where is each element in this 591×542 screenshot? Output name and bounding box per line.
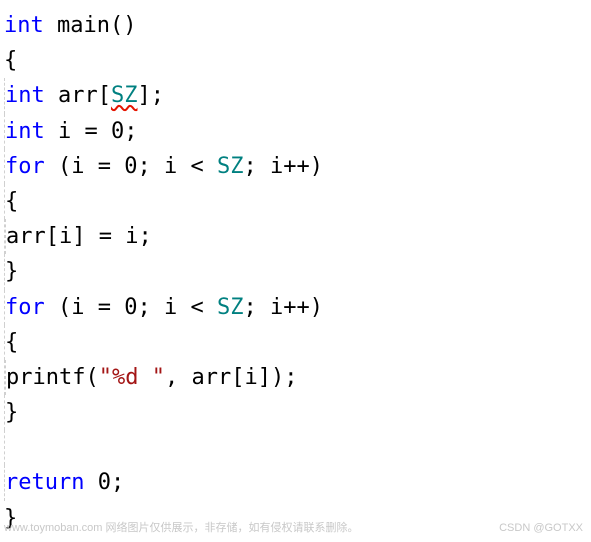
macro-sz: SZ [217,149,244,184]
keyword-int: int [5,78,45,113]
operator-lt: < [177,149,217,184]
identifier: i [58,114,71,149]
identifier: i [164,149,177,184]
operator-eq: = [85,290,125,325]
code-line-9: for (i = 0; i < SZ; i++) [4,290,587,325]
code-line-10: { [4,325,587,360]
number: 0 [124,290,137,325]
code-line-8: } [4,254,587,289]
close-paren: ]); [258,360,298,395]
code-line-7: arr[i] = i; [4,219,587,254]
keyword-return: return [5,465,84,500]
space [84,465,97,500]
code-line-11: printf("%d ", arr[i]); [4,360,587,395]
keyword-for: for [5,149,45,184]
code-line-13 [4,430,587,465]
semicolon: ; [139,219,152,254]
open-brace: { [5,325,18,360]
code-line-2: { [4,43,587,78]
keyword-int: int [4,8,44,43]
close-brace: } [5,395,18,430]
bracket-close: ] [72,219,85,254]
identifier: arr [191,360,231,395]
keyword-for: for [5,290,45,325]
separator: ; [138,149,165,184]
bracket: [ [98,78,111,113]
comma: , [165,360,192,395]
identifier: i [244,360,257,395]
operator-eq: = [71,114,111,149]
separator: ; [244,290,271,325]
macro-sz: SZ [217,290,244,325]
operator-inc: ++) [283,149,323,184]
open-brace: { [5,184,18,219]
function-printf: printf [6,360,85,395]
code-block: intmain() { intarr[SZ]; inti = 0; for (i… [4,8,587,536]
operator-eq: = [85,149,125,184]
identifier: arr [6,219,46,254]
code-line-3: intarr[SZ]; [4,78,587,113]
open-paren: ( [45,290,72,325]
keyword-int: int [5,114,45,149]
code-line-5: for (i = 0; i < SZ; i++) [4,149,587,184]
separator: ; [138,290,165,325]
string-literal: "%d " [99,360,165,395]
identifier: i [59,219,72,254]
operator-lt: < [177,290,217,325]
semicolon: ; [124,114,137,149]
number: 0 [124,149,137,184]
macro-sz-error: SZ [111,78,138,113]
number: 0 [111,114,124,149]
open-paren: ( [45,149,72,184]
identifier: i [164,290,177,325]
identifier: i [270,290,283,325]
code-line-6: { [4,184,587,219]
close-brace: } [5,254,18,289]
bracket: [ [231,360,244,395]
identifier: i [270,149,283,184]
open-brace: { [4,43,17,78]
code-line-12: } [4,395,587,430]
identifier: i [125,219,138,254]
watermark-left: www.toymoban.com 网络图片仅供展示，非存储，如有侵权请联系删除。 [4,520,358,538]
open-paren: ( [85,360,98,395]
bracket-close: ]; [137,78,164,113]
semicolon: ; [111,465,124,500]
parens: () [110,8,137,43]
separator: ; [244,149,271,184]
operator-eq: = [86,219,126,254]
bracket: [ [46,219,59,254]
identifier: i [71,290,84,325]
code-line-14: return 0; [4,465,587,500]
number: 0 [98,465,111,500]
code-line-4: inti = 0; [4,114,587,149]
identifier: i [71,149,84,184]
function-name: main [57,8,110,43]
identifier: arr [58,78,98,113]
code-line-1: intmain() [4,8,587,43]
watermark-right: CSDN @GOTXX [499,520,583,538]
operator-inc: ++) [283,290,323,325]
